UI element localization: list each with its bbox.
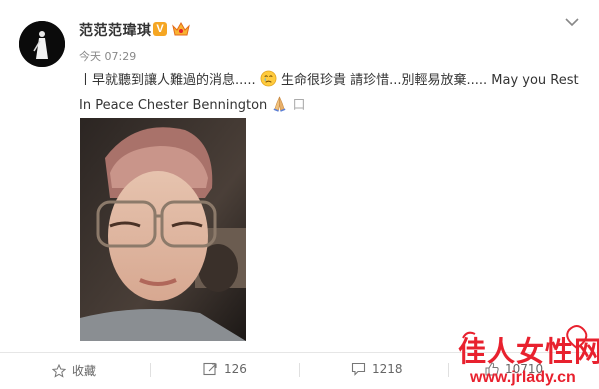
- comment-button[interactable]: 1218: [351, 362, 403, 376]
- post-timestamp[interactable]: 今天 07:29: [79, 48, 136, 64]
- watermark-title: 佳人女性网: [458, 335, 599, 368]
- comment-count: 1218: [372, 362, 403, 376]
- watermark-url: www.jrlady.cn: [470, 369, 576, 386]
- comment-icon: [351, 362, 366, 376]
- praying-hands-icon: [273, 96, 286, 112]
- username[interactable]: 范范范瑋琪: [79, 20, 152, 40]
- crown-icon: [172, 21, 190, 36]
- post-text-part3: 口: [292, 98, 306, 113]
- post-text: 丨早就聽到讓人難過的消息..... 生命很珍貴 請珍惜...別輕易放棄.....…: [79, 68, 584, 118]
- avatar[interactable]: [19, 21, 65, 67]
- weibo-post-card: 范范范瑋琪 V 今天 07:29 丨早就聽到讓人難過的消息..... 生命很珍貴…: [0, 0, 599, 389]
- chevron-down-icon[interactable]: [565, 17, 579, 27]
- verified-badge-icon: V: [153, 22, 167, 36]
- favorite-button[interactable]: 收藏: [52, 362, 96, 379]
- action-separator: [150, 363, 151, 377]
- repost-icon: [203, 362, 217, 376]
- repost-button[interactable]: 126: [203, 362, 247, 376]
- post-text-part1: 丨早就聽到讓人難過的消息.....: [79, 73, 256, 88]
- action-separator: [448, 363, 449, 377]
- favorite-label: 收藏: [72, 364, 97, 378]
- action-separator: [299, 363, 300, 377]
- repost-count: 126: [224, 362, 247, 376]
- post-photo[interactable]: [80, 118, 246, 341]
- star-icon: [52, 363, 66, 378]
- crying-face-icon: [260, 70, 277, 87]
